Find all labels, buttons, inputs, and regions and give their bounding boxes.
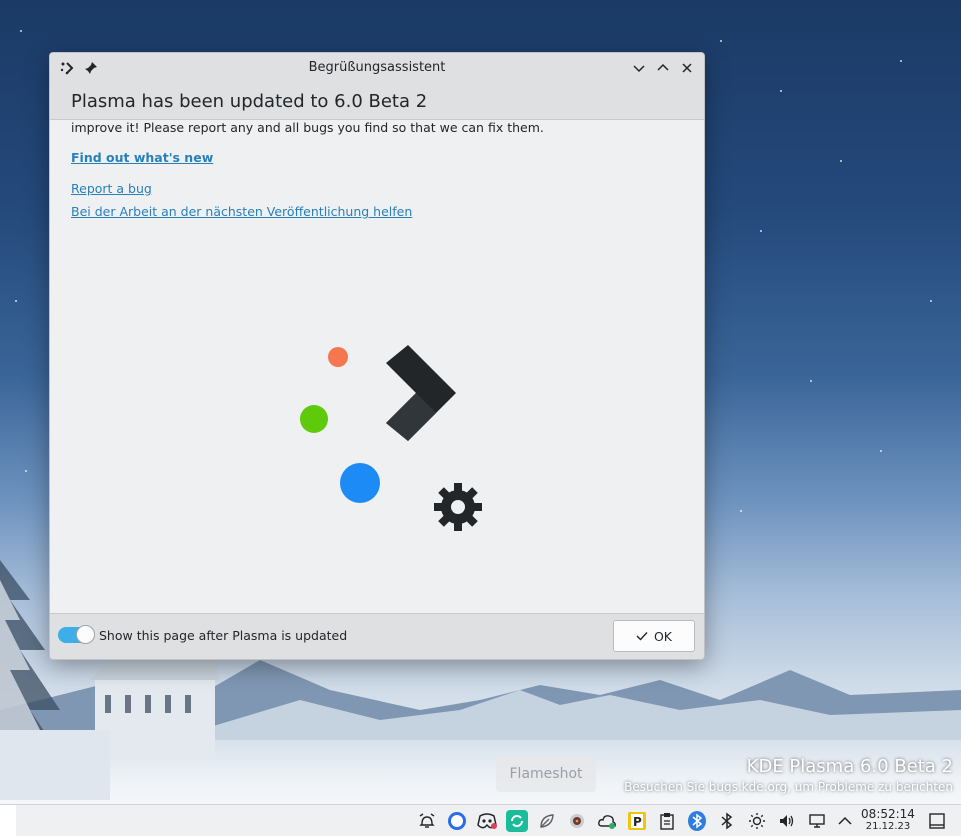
window-title: Begrüßungsassistent <box>308 60 446 75</box>
toggle-knob <box>76 625 95 644</box>
clock-date: 21.12.23 <box>865 821 911 832</box>
report-bug-link[interactable]: Report a bug <box>71 181 152 196</box>
flameshot-tooltip: Flameshot <box>496 756 596 792</box>
svg-text:P: P <box>633 815 642 829</box>
alarm-icon[interactable] <box>416 810 438 832</box>
leaf-icon[interactable] <box>536 810 558 832</box>
show-more-icon[interactable] <box>834 810 856 832</box>
digital-clock[interactable]: 08:52:14 21.12.23 <box>858 807 918 833</box>
media-icon[interactable] <box>566 810 588 832</box>
toggle-label: Show this page after Plasma is updated <box>99 628 348 643</box>
whats-new-link[interactable]: Find out what's new <box>71 150 213 165</box>
bug-report-watermark: Besuchen Sie bugs.kde.org, um Probleme z… <box>624 780 953 794</box>
ok-button[interactable]: OK <box>613 620 695 652</box>
welcome-window: Begrüßungsassistent Plasma has been upda… <box>49 52 705 660</box>
network-icon[interactable] <box>806 810 828 832</box>
bluetooth-icon[interactable] <box>716 810 738 832</box>
close-icon[interactable] <box>677 58 697 78</box>
check-icon <box>636 632 648 641</box>
discord-icon[interactable] <box>476 810 498 832</box>
task-manager-area[interactable] <box>0 805 16 836</box>
clock-time: 08:52:14 <box>861 807 915 821</box>
cloud-icon[interactable] <box>596 810 618 832</box>
maximize-icon[interactable] <box>653 58 673 78</box>
show-desktop-icon[interactable] <box>926 810 948 832</box>
show-after-update-toggle[interactable] <box>58 625 95 644</box>
page-title: Plasma has been updated to 6.0 Beta 2 <box>71 91 428 112</box>
clipboard-icon[interactable] <box>656 810 678 832</box>
bluetooth-badge-icon[interactable] <box>686 810 708 832</box>
minimize-icon[interactable] <box>629 58 649 78</box>
help-next-release-link[interactable]: Bei der Arbeit an der nächsten Veröffent… <box>71 204 412 219</box>
circle-app-icon[interactable] <box>446 810 468 832</box>
intro-text: improve it! Please report any and all bu… <box>71 120 544 135</box>
ok-label: OK <box>653 628 673 644</box>
plasma-logo-icon <box>300 345 482 531</box>
volume-icon[interactable] <box>776 810 798 832</box>
page-header: Plasma has been updated to 6.0 Beta 2 <box>50 83 704 120</box>
taskbar-panel: P 08:52:14 21.12.23 <box>0 804 961 836</box>
p-app-icon[interactable]: P <box>626 810 648 832</box>
version-watermark: KDE Plasma 6.0 Beta 2 <box>746 756 953 777</box>
sync-app-icon[interactable] <box>506 810 528 832</box>
brightness-icon[interactable] <box>746 810 768 832</box>
page-content: improve it! Please report any and all bu… <box>50 120 704 615</box>
dialog-footer: Show this page after Plasma is updated O… <box>50 613 704 659</box>
titlebar[interactable]: Begrüßungsassistent <box>50 53 704 83</box>
